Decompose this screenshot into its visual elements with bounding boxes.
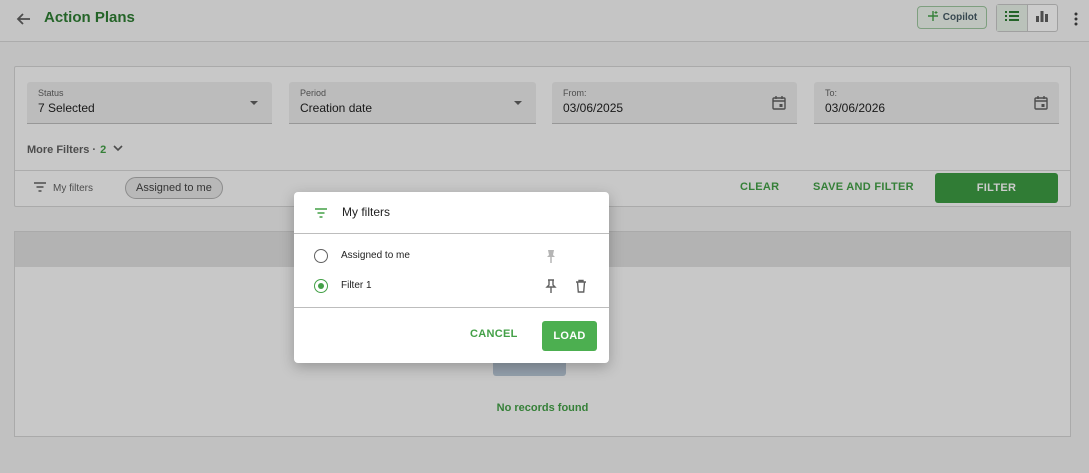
load-button[interactable]: LOAD (542, 321, 597, 351)
pin-outline-icon[interactable] (543, 278, 559, 294)
dialog-header: My filters (294, 192, 609, 234)
cancel-button[interactable]: CANCEL (470, 328, 518, 340)
delete-icon[interactable] (573, 278, 589, 294)
filter-option-label: Assigned to me (341, 250, 410, 261)
dialog-title: My filters (342, 205, 390, 219)
filter-option-label: Filter 1 (341, 280, 372, 291)
pin-icon[interactable] (543, 248, 559, 264)
my-filters-dialog: My filters Assigned to me Filter 1 CANCE… (294, 192, 609, 363)
radio-button[interactable] (314, 249, 328, 263)
filter-list-icon (313, 205, 329, 221)
filter-option-row[interactable]: Assigned to me (294, 243, 609, 269)
radio-button-selected[interactable] (314, 279, 328, 293)
filter-option-row[interactable]: Filter 1 (294, 273, 609, 299)
dialog-divider (294, 307, 609, 308)
